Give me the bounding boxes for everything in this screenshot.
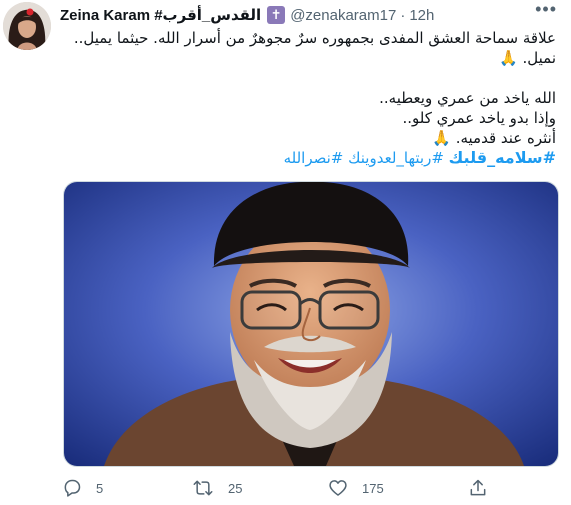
hashtag-links[interactable]: #ربتها_لعدوينك #نصرالله (284, 149, 449, 167)
display-name[interactable]: Zeina Karam #القدس_أقرب (60, 6, 261, 24)
hashtag-link-main[interactable]: #سلامه_قلبك (449, 148, 556, 167)
hashtag-line: #سلامه_قلبك #ربتها_لعدوينك #نصرالله (60, 148, 556, 168)
reply-count: 5 (96, 480, 104, 496)
tweet-line: الله ياخد من عمري ويعطيه.. (379, 89, 556, 107)
like-button[interactable]: 175 (328, 478, 384, 498)
timestamp[interactable]: 12h (409, 7, 434, 24)
tweet-text: علاقة سماحة العشق المفدى بجمهوره سرٌ مجو… (60, 28, 556, 168)
separator-dot: · (400, 6, 406, 24)
cross-badge-icon: ✝ (267, 6, 286, 24)
retweet-count: 25 (228, 480, 243, 496)
avatar[interactable] (3, 2, 51, 50)
tweet-line: أنثره عند قدميه. 🙏 (432, 129, 556, 147)
reply-icon (64, 479, 81, 497)
action-bar: 5 25 175 (60, 478, 560, 502)
user-handle[interactable]: @zenakaram17 (290, 7, 396, 24)
like-count: 175 (362, 480, 384, 496)
more-options-icon[interactable]: ••• (535, 0, 557, 20)
retweet-button[interactable]: 25 (192, 478, 242, 498)
tweet-line: علاقة سماحة العشق المفدى بجمهوره سرٌ مجو… (73, 29, 556, 47)
retweet-icon (193, 480, 213, 496)
tweet-line: نميل. 🙏 (499, 49, 556, 67)
heart-icon (329, 480, 347, 496)
tweet-header: Zeina Karam #القدس_أقرب ✝ @zenakaram17 ·… (60, 0, 557, 27)
avatar-image (3, 2, 51, 50)
tweet-card[interactable]: Zeina Karam #القدس_أقرب ✝ @zenakaram17 ·… (0, 0, 571, 505)
share-icon (470, 479, 486, 496)
tweet-line: وإذا بدو ياخد عمري كلو.. (402, 109, 556, 127)
share-button[interactable] (468, 478, 488, 498)
tweet-media[interactable] (63, 181, 559, 467)
reply-button[interactable]: 5 (62, 478, 103, 498)
portrait-photo (64, 182, 558, 466)
